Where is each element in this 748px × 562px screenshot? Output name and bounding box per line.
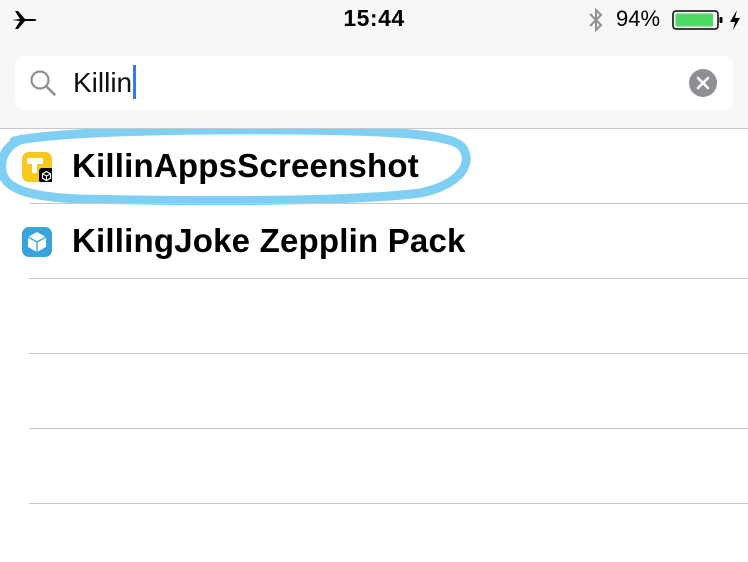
clear-icon[interactable] xyxy=(689,69,717,97)
row-divider xyxy=(29,503,748,504)
list-item[interactable]: KillinAppsScreenshot xyxy=(0,129,748,206)
status-bar: 15:44 94% xyxy=(0,0,748,40)
empty-row xyxy=(0,429,748,504)
zepplin-pack-icon xyxy=(22,227,52,257)
charging-bolt-icon xyxy=(730,10,740,30)
result-label: KillingJoke Zepplin Pack xyxy=(72,222,466,259)
search-query: Killin xyxy=(73,67,133,98)
battery-percent: 94% xyxy=(616,6,661,31)
bluetooth-icon xyxy=(589,7,603,33)
empty-row xyxy=(0,354,748,429)
search-field[interactable]: Killin xyxy=(15,56,733,110)
results-list: KillinAppsScreenshot KillingJoke Zepplin… xyxy=(0,129,748,504)
killinapps-app-icon xyxy=(22,152,52,182)
list-item[interactable]: KillingJoke Zepplin Pack xyxy=(0,204,748,279)
search-icon xyxy=(30,70,56,96)
result-label: KillinAppsScreenshot xyxy=(72,147,419,184)
text-caret xyxy=(133,65,137,99)
battery-icon xyxy=(672,10,723,30)
search-input[interactable]: Killin xyxy=(73,65,137,101)
empty-row xyxy=(0,279,748,354)
search-bar-area: Killin xyxy=(0,40,748,129)
